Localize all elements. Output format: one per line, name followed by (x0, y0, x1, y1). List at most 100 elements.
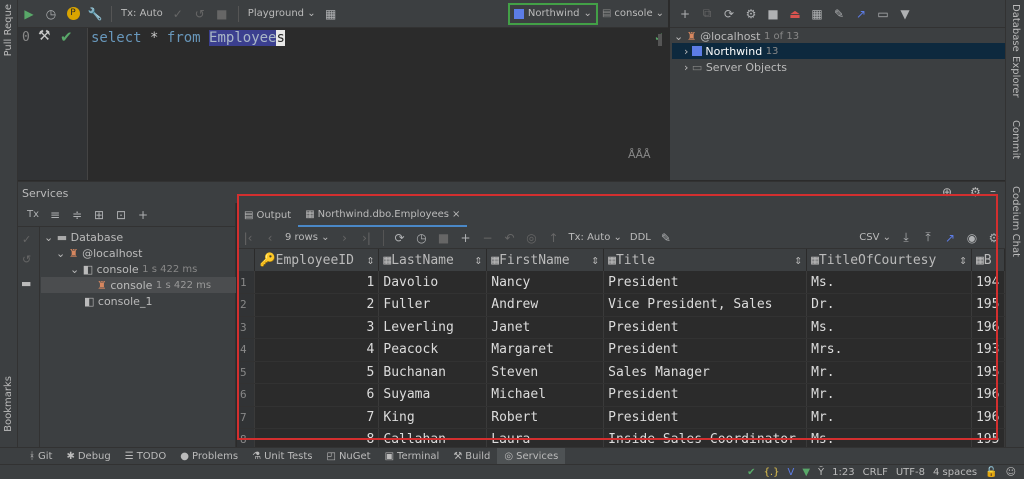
table-cell[interactable]: President (603, 316, 808, 339)
table-cell[interactable]: Mr. (806, 406, 972, 429)
table-cell[interactable]: Vice President, Sales (603, 293, 808, 317)
disconnect-icon[interactable]: ⏏ (786, 5, 804, 23)
ok-icon[interactable]: ✔ (747, 467, 755, 478)
gear-icon[interactable]: ⚙ (970, 185, 981, 199)
table-row[interactable]: 6 6 Suyama Michael President Mr. 196 (237, 383, 1005, 407)
results-grid[interactable]: 🔑EmployeeID ⇕ ▦LastName ⇕ ▦FirstName ⇕ ▦… (237, 249, 1005, 447)
table-cell[interactable]: Mrs. (806, 338, 972, 362)
table-cell[interactable]: Mr. (806, 361, 972, 384)
tree-item-console1[interactable]: ◧ console_1 (84, 293, 152, 309)
hammer-icon[interactable]: ⚒ (38, 28, 51, 44)
pin-icon[interactable]: ✎ (657, 229, 675, 247)
explorer-tab[interactable]: Explorer (1010, 56, 1021, 98)
edit-icon[interactable]: ✎ (830, 5, 848, 23)
minimize-icon[interactable]: – (990, 184, 996, 198)
table-cell[interactable]: 196 (971, 316, 1005, 339)
tx-icon[interactable]: Tx (24, 206, 42, 224)
table-row[interactable]: 4 4 Peacock Margaret President Mrs. 193 (237, 338, 1005, 362)
copy-icon[interactable]: ⧉ (698, 5, 716, 23)
table-cell[interactable]: President (603, 271, 808, 294)
collapse-all-icon[interactable]: ≑ (68, 206, 86, 224)
playground-dropdown[interactable]: Playground ⌄ (248, 8, 316, 19)
table-cell[interactable]: Callahan (378, 428, 488, 447)
gear-icon[interactable]: ⚙ (985, 229, 1003, 247)
table-cell[interactable]: Steven (486, 361, 605, 384)
table-cell[interactable]: 3 (254, 316, 380, 339)
ddl-button[interactable]: DDL (630, 232, 651, 243)
table-cell[interactable]: Ms. (806, 316, 972, 339)
upload-icon[interactable]: ⤒ (919, 229, 937, 247)
table-cell[interactable]: 7 (254, 406, 380, 429)
table-cell[interactable]: 1 (254, 271, 380, 294)
scrollbar[interactable] (658, 34, 662, 46)
profile-icon[interactable]: P (64, 5, 82, 23)
triangle-icon[interactable]: ▼ (802, 467, 810, 478)
session-dropdown[interactable]: ▤ console ⌄ (602, 8, 664, 19)
table-cell[interactable]: President (603, 383, 808, 407)
revert-icon[interactable]: ↶ (501, 229, 519, 247)
table-cell[interactable]: 196 (971, 383, 1005, 407)
bookmarks-tab[interactable]: Bookmarks (3, 376, 14, 432)
v-icon[interactable]: V (787, 467, 794, 478)
plugin-icon[interactable]: Ȳ (818, 467, 824, 478)
table-cell[interactable]: Sales Manager (603, 361, 808, 384)
table-cell[interactable]: King (378, 406, 488, 429)
table-cell[interactable]: 195 (971, 361, 1005, 384)
tree-item-northwind[interactable]: › Northwind 13 (672, 43, 1005, 59)
table-cell[interactable]: 5 (254, 361, 380, 384)
close-icon[interactable]: × (452, 209, 460, 220)
stop-icon[interactable]: ■ (213, 5, 231, 23)
run-icon[interactable]: ▶ (20, 5, 38, 23)
table-cell[interactable]: Nancy (486, 271, 605, 294)
tree-item-database[interactable]: ⌄ ▬ Database (44, 229, 123, 245)
table-row[interactable]: 2 2 Fuller Andrew Vice President, Sales Dr. 19… (237, 293, 1005, 317)
rollback-icon[interactable]: ↺ (191, 5, 209, 23)
add-icon[interactable]: + (676, 5, 694, 23)
line-separator[interactable]: CRLF (863, 467, 888, 478)
braces-icon[interactable]: {.} (764, 467, 780, 478)
tx-mode-dropdown[interactable]: Tx: Auto (121, 8, 163, 19)
tab-terminal[interactable]: ▣ Terminal (378, 448, 447, 465)
add-row-icon[interactable]: + (457, 229, 475, 247)
format-dropdown[interactable]: CSV ⌄ (859, 232, 891, 243)
expand-all-icon[interactable]: ≡ (46, 206, 64, 224)
tree-item-server-objects[interactable]: › ▭ Server Objects (684, 59, 787, 75)
table-cell[interactable]: Janet (486, 316, 605, 339)
table-cell[interactable]: 195 (971, 428, 1005, 447)
table-cell[interactable]: Andrew (486, 293, 605, 317)
eye-icon[interactable]: ◉ (963, 229, 981, 247)
column-header[interactable]: ▦LastName ⇕ (378, 249, 488, 271)
tab-problems[interactable]: ● Problems (173, 448, 245, 465)
globe-icon[interactable]: ⊕ (942, 185, 952, 199)
stop-icon[interactable]: ■ (764, 5, 782, 23)
table-cell[interactable]: Davolio (378, 271, 488, 294)
tree-item-localhost[interactable]: ⌄ ♜ @localhost (56, 245, 142, 261)
codeium-chat-tab[interactable]: Codeium Chat (1010, 186, 1021, 257)
tab-build[interactable]: ⚒ Build (446, 448, 497, 465)
delete-row-icon[interactable]: − (479, 229, 497, 247)
table-cell[interactable]: 196 (971, 406, 1005, 429)
pull-requests-tab[interactable]: Pull Reque (3, 4, 14, 56)
jump-icon[interactable]: ↗ (852, 5, 870, 23)
tab-todo[interactable]: ☰ TODO (118, 448, 174, 465)
table-cell[interactable]: 194 (971, 271, 1005, 294)
table-row[interactable]: 5 5 Buchanan Steven Sales Manager Mr. 195 (237, 361, 1005, 384)
download-icon[interactable]: ⤓ (897, 229, 915, 247)
commit-check-icon[interactable]: ✓ (169, 5, 187, 23)
table-cell[interactable]: 2 (254, 293, 380, 317)
table-icon[interactable]: ▦ (808, 5, 826, 23)
new-tab-icon[interactable]: ⊡ (112, 206, 130, 224)
table-cell[interactable]: Inside Sales Coordinator (603, 428, 808, 447)
table-cell[interactable]: Suyama (378, 383, 488, 407)
table-row[interactable]: 7 7 King Robert President Mr. 196 (237, 406, 1005, 429)
group-icon[interactable]: ⊞ (90, 206, 108, 224)
history-icon[interactable]: ◷ (413, 229, 431, 247)
database-tab[interactable]: Database (1010, 4, 1021, 52)
tab-employees[interactable]: ▦ Northwind.dbo.Employees × (298, 203, 468, 227)
tab-output[interactable]: ▤ Output (237, 203, 298, 227)
refresh-icon[interactable]: ⟳ (720, 5, 738, 23)
jump-icon[interactable]: ↗ (941, 229, 959, 247)
check-icon[interactable]: ✓ (22, 233, 31, 246)
wrench-icon[interactable]: 🔧 (86, 5, 104, 23)
table-cell[interactable]: Buchanan (378, 361, 488, 384)
